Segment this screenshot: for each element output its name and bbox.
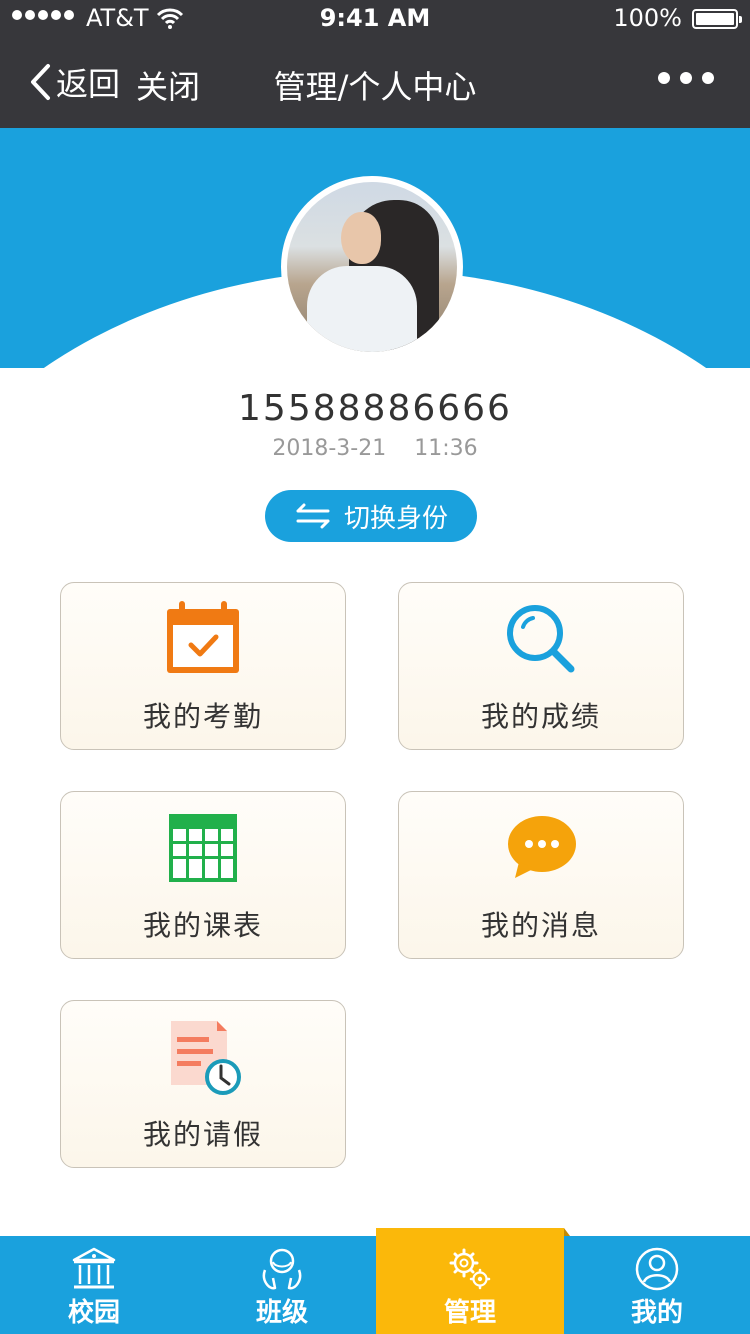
login-time: 11:36 bbox=[414, 436, 478, 461]
bottom-tab-bar: 校园 班级 管理 我的 bbox=[0, 1228, 750, 1334]
menu-attendance[interactable]: 我的考勤 bbox=[60, 582, 346, 750]
menu-messages-label: 我的消息 bbox=[480, 909, 601, 942]
avatar[interactable] bbox=[281, 176, 463, 358]
more-dot-icon bbox=[658, 72, 670, 84]
back-label: 返回 bbox=[56, 65, 121, 103]
user-icon bbox=[635, 1247, 679, 1291]
menu-grades-label: 我的成绩 bbox=[480, 700, 601, 733]
avatar-photo bbox=[287, 182, 457, 352]
navigation-bar: 返回 关闭 管理/个人中心 bbox=[0, 40, 750, 128]
timetable-icon bbox=[169, 814, 237, 882]
user-phone: 15588886666 bbox=[238, 388, 512, 429]
switch-identity-button[interactable]: 切换身份 bbox=[265, 490, 477, 542]
menu-attendance-label: 我的考勤 bbox=[142, 700, 263, 733]
status-bar: AT&T 9:41 AM 100% bbox=[0, 0, 750, 40]
menu-grades[interactable]: 我的成绩 bbox=[398, 582, 684, 750]
menu-timetable[interactable]: 我的课表 bbox=[60, 791, 346, 959]
leave-request-icon bbox=[171, 1021, 241, 1095]
menu-leave-label: 我的请假 bbox=[142, 1118, 263, 1151]
battery-percent: 100% bbox=[613, 4, 682, 32]
chat-bubble-icon bbox=[508, 816, 576, 878]
top-bar: AT&T 9:41 AM 100% 返回 关闭 管理/个人中心 bbox=[0, 0, 750, 128]
search-icon bbox=[507, 605, 575, 673]
more-dot-icon bbox=[680, 72, 692, 84]
calendar-check-icon bbox=[167, 601, 239, 673]
class-icon bbox=[262, 1248, 302, 1290]
login-datetime: 2018-3-21 11:36 bbox=[0, 436, 750, 461]
more-button[interactable] bbox=[658, 72, 714, 84]
tab-manage[interactable]: 管理 bbox=[376, 1228, 570, 1334]
tab-mine-label: 我的 bbox=[630, 1298, 683, 1328]
tab-campus[interactable]: 校园 bbox=[0, 1236, 188, 1334]
chevron-left-icon bbox=[31, 64, 50, 100]
tab-mine[interactable]: 我的 bbox=[564, 1236, 750, 1334]
menu-messages[interactable]: 我的消息 bbox=[398, 791, 684, 959]
back-button[interactable]: 返回 bbox=[28, 60, 120, 104]
battery-icon bbox=[692, 9, 742, 29]
more-dot-icon bbox=[702, 72, 714, 84]
campus-icon bbox=[72, 1247, 116, 1289]
tab-campus-label: 校园 bbox=[67, 1298, 120, 1328]
switch-identity-label: 切换身份 bbox=[343, 503, 448, 534]
switch-arrows-icon bbox=[296, 503, 330, 529]
close-button[interactable]: 关闭 bbox=[136, 62, 200, 108]
menu-leave[interactable]: 我的请假 bbox=[60, 1000, 346, 1168]
login-date: 2018-3-21 bbox=[272, 436, 387, 461]
menu-timetable-label: 我的课表 bbox=[142, 909, 263, 942]
tab-class[interactable]: 班级 bbox=[188, 1236, 376, 1334]
gears-icon bbox=[449, 1248, 491, 1290]
tab-class-label: 班级 bbox=[255, 1298, 308, 1328]
tab-manage-label: 管理 bbox=[443, 1298, 496, 1328]
